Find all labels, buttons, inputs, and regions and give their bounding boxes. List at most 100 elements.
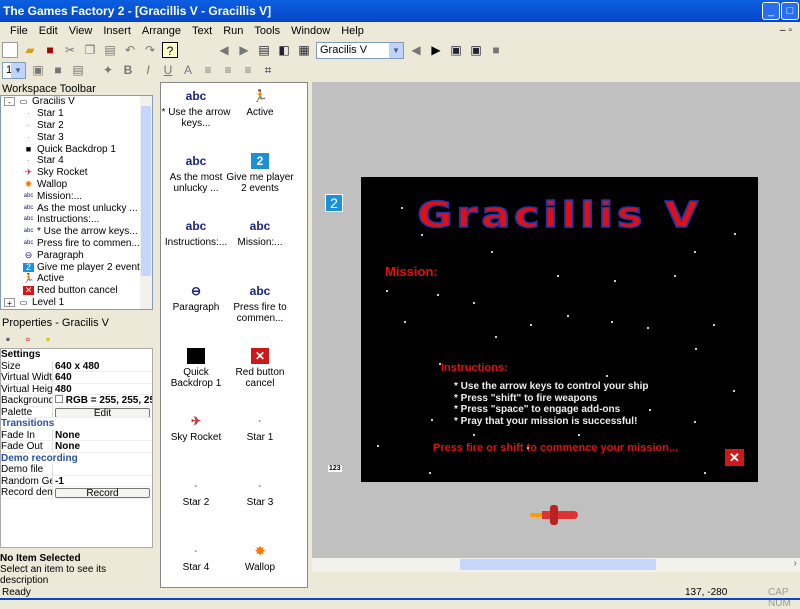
- star-object[interactable]: [437, 294, 439, 296]
- tree-item[interactable]: ⊖ Paragraph: [1, 249, 152, 261]
- object-list-item[interactable]: · Star 2: [161, 475, 231, 508]
- tree-item[interactable]: · Star 4: [1, 155, 152, 167]
- snap-icon[interactable]: ■: [50, 62, 66, 78]
- tree-item[interactable]: · Star 1: [1, 108, 152, 120]
- menu-file[interactable]: File: [10, 25, 28, 40]
- star-object[interactable]: [491, 251, 493, 253]
- back-icon[interactable]: ◀: [216, 42, 232, 58]
- star-object[interactable]: [404, 321, 406, 323]
- star-object[interactable]: [530, 324, 532, 326]
- tree-item[interactable]: ✕ Red button cancel: [1, 285, 152, 297]
- star-object[interactable]: [611, 321, 613, 323]
- paste-icon[interactable]: ▤: [102, 42, 118, 58]
- object-list-item[interactable]: ✕ Red button cancel: [225, 345, 295, 389]
- run-frame-icon[interactable]: ▣: [448, 42, 464, 58]
- object-list-item[interactable]: abc Press fire to commen...: [225, 280, 295, 324]
- prop-random[interactable]: Random Gener-1: [1, 475, 152, 487]
- object-list-item[interactable]: ✈ Sky Rocket: [161, 410, 231, 443]
- star-object[interactable]: [557, 275, 559, 277]
- tree-item[interactable]: abc Press fire to commen...: [1, 238, 152, 250]
- tree-level[interactable]: + ▭ Level 1: [1, 297, 152, 309]
- minimize-button[interactable]: _: [762, 2, 780, 20]
- open-icon[interactable]: ▰: [22, 42, 38, 58]
- text-color-icon[interactable]: A: [180, 62, 196, 78]
- object-list-item[interactable]: 🏃 Active: [225, 85, 295, 118]
- prop-fade-in[interactable]: Fade In None: [1, 429, 152, 441]
- object-list-item[interactable]: ✸ Wallop: [225, 540, 295, 573]
- star-object[interactable]: [694, 421, 696, 423]
- grid-icon[interactable]: ▣: [30, 62, 46, 78]
- menu-arrange[interactable]: Arrange: [142, 25, 181, 40]
- maximize-button[interactable]: □: [781, 2, 799, 20]
- cut-icon[interactable]: ✂: [62, 42, 78, 58]
- help-icon[interactable]: ?: [162, 42, 178, 58]
- tree-item[interactable]: · Star 2: [1, 120, 152, 132]
- object-list-item[interactable]: ■ Quick Backdrop 1: [161, 345, 231, 389]
- star-object[interactable]: [401, 207, 403, 209]
- star-object[interactable]: [647, 327, 649, 329]
- fit-icon[interactable]: ⌗: [260, 62, 276, 78]
- instructions-text[interactable]: Instructions:: [441, 362, 508, 374]
- mdi-restore-icon[interactable]: – ▫: [780, 25, 792, 36]
- tree-item[interactable]: abc Instructions:...: [1, 214, 152, 226]
- tree-item[interactable]: ✸ Wallop: [1, 179, 152, 191]
- player2-object[interactable]: 2: [325, 194, 343, 212]
- tree-scrollbar[interactable]: [140, 96, 152, 309]
- menu-tools[interactable]: Tools: [254, 25, 280, 40]
- menu-text[interactable]: Text: [192, 25, 212, 40]
- prop-demo-file[interactable]: Demo file: [1, 464, 152, 476]
- menu-insert[interactable]: Insert: [103, 25, 131, 40]
- redo-icon[interactable]: ↷: [142, 42, 158, 58]
- star-object[interactable]: [495, 336, 497, 338]
- scroll-thumb[interactable]: [460, 559, 656, 570]
- star-object[interactable]: [734, 233, 736, 235]
- runtime-tab-icon[interactable]: ▫: [20, 331, 36, 347]
- star-object[interactable]: [473, 434, 475, 436]
- star-object[interactable]: [421, 234, 423, 236]
- bold-icon[interactable]: B: [120, 62, 136, 78]
- tree-root[interactable]: - ▭ Gracilis V: [1, 96, 152, 108]
- new-icon[interactable]: [2, 42, 18, 58]
- save-icon[interactable]: ■: [42, 42, 58, 58]
- star-object[interactable]: [473, 302, 475, 304]
- star-object[interactable]: [704, 472, 706, 474]
- tree-item[interactable]: abc As the most unlucky ...: [1, 202, 152, 214]
- tree-item[interactable]: abc Mission:...: [1, 190, 152, 202]
- prev-frame-icon[interactable]: ◀: [408, 42, 424, 58]
- star-object[interactable]: [377, 445, 379, 447]
- color-swatch[interactable]: [55, 395, 63, 403]
- align-center-icon[interactable]: ≡: [220, 62, 236, 78]
- about-tab-icon[interactable]: ▪: [40, 331, 56, 347]
- menu-help[interactable]: Help: [341, 25, 364, 40]
- align-left-icon[interactable]: ≡: [200, 62, 216, 78]
- layer-icon[interactable]: ▤: [70, 62, 86, 78]
- star-object[interactable]: [429, 472, 431, 474]
- menu-edit[interactable]: Edit: [39, 25, 58, 40]
- object-list-item[interactable]: abc Mission:...: [225, 215, 295, 248]
- prop-virtual-width[interactable]: Virtual Width 640: [1, 372, 152, 384]
- storyboard-icon[interactable]: ▤: [256, 42, 272, 58]
- next-frame-icon[interactable]: ▶: [428, 42, 444, 58]
- italic-icon[interactable]: I: [140, 62, 156, 78]
- tree-item[interactable]: ✈ Sky Rocket: [1, 167, 152, 179]
- menu-view[interactable]: View: [69, 25, 93, 40]
- underline-icon[interactable]: U: [160, 62, 176, 78]
- star-object[interactable]: [674, 275, 676, 277]
- star-object[interactable]: [578, 434, 580, 436]
- prop-background[interactable]: Background co RGB = 255, 255, 255: [1, 395, 152, 407]
- settings-tab-icon[interactable]: ▪: [0, 331, 16, 347]
- prop-fade-out[interactable]: Fade Out None: [1, 441, 152, 453]
- star-object[interactable]: [431, 419, 433, 421]
- object-list-item[interactable]: · Star 4: [161, 540, 231, 573]
- press-fire-text[interactable]: Press fire or shift to commence your mis…: [433, 442, 678, 454]
- frame-select[interactable]: Gracilis V ▼: [316, 41, 404, 59]
- star-object[interactable]: [733, 390, 735, 392]
- edit-palette-button[interactable]: Edit: [55, 407, 150, 417]
- forward-icon[interactable]: ▶: [236, 42, 252, 58]
- object-list-item[interactable]: abc Instructions:...: [161, 215, 231, 248]
- object-list-item[interactable]: · Star 1: [225, 410, 295, 443]
- undo-icon[interactable]: ↶: [122, 42, 138, 58]
- horizontal-scrollbar[interactable]: ›: [312, 558, 800, 572]
- object-list-item[interactable]: ⊖ Paragraph: [161, 280, 231, 313]
- menu-run[interactable]: Run: [223, 25, 243, 40]
